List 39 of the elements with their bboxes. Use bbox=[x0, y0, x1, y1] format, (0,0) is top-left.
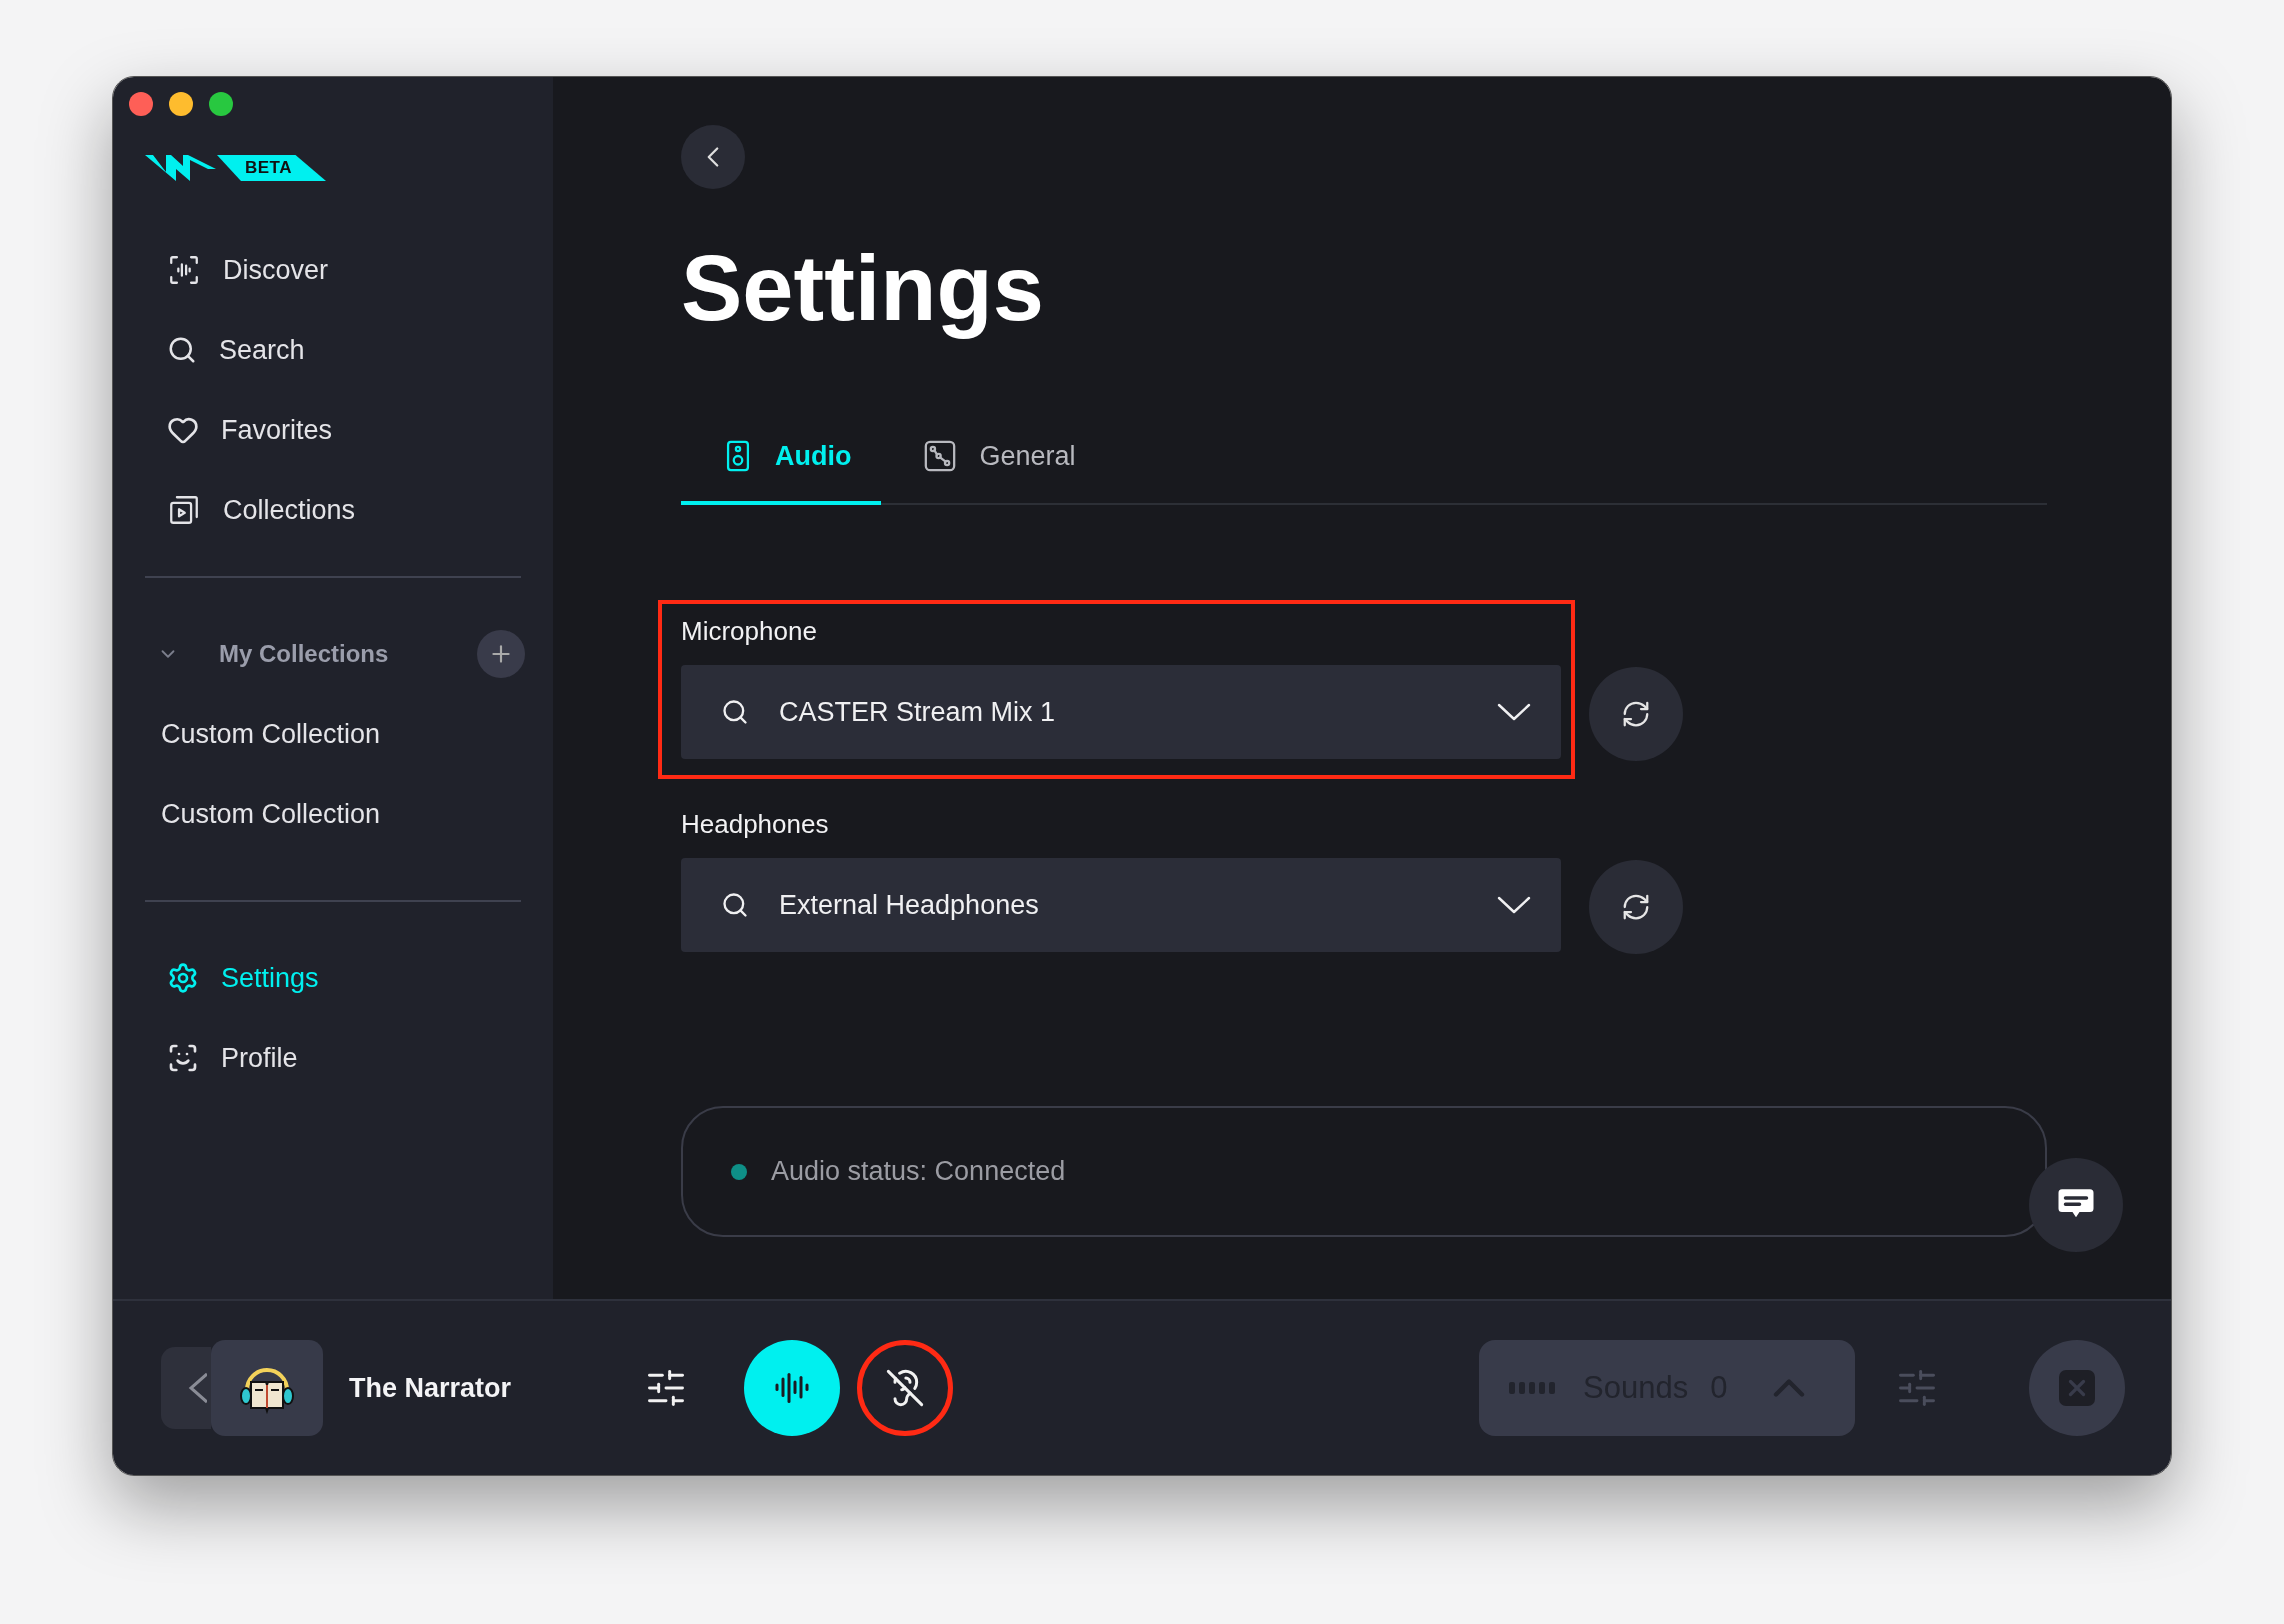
tab[interactable]: General bbox=[881, 413, 1106, 506]
collection-play-icon bbox=[167, 493, 201, 527]
close-window-button[interactable] bbox=[129, 92, 153, 116]
sound-wave-icon bbox=[167, 253, 201, 287]
sidebar-item[interactable]: Favorites bbox=[145, 390, 521, 470]
chevron-down-icon bbox=[1497, 896, 1531, 915]
voice-avatar[interactable] bbox=[211, 1340, 323, 1437]
zoom-window-button[interactable] bbox=[209, 92, 233, 116]
ear-off-icon bbox=[885, 1368, 925, 1409]
section-title: My Collections bbox=[219, 640, 390, 668]
chevron-down-icon bbox=[1497, 703, 1531, 722]
search-icon bbox=[721, 698, 749, 727]
search-icon bbox=[721, 891, 749, 920]
page-title: Settings bbox=[681, 236, 1045, 341]
search-icon bbox=[167, 335, 197, 365]
listen-toggle-button[interactable] bbox=[857, 1340, 953, 1437]
status-text: Audio status: Connected bbox=[771, 1156, 1066, 1188]
previous-voice-card[interactable] bbox=[161, 1347, 211, 1430]
close-icon bbox=[2059, 1370, 2095, 1407]
sidebar-item[interactable]: Profile bbox=[145, 1018, 521, 1098]
dots-icon bbox=[1509, 1381, 1557, 1396]
profile-icon bbox=[167, 1042, 199, 1074]
voice-name: The Narrator bbox=[349, 1372, 513, 1404]
sidebar-item[interactable]: Collections bbox=[145, 470, 521, 550]
sidebar-item[interactable]: Settings bbox=[145, 938, 521, 1018]
field-label: Microphone bbox=[681, 616, 818, 648]
device-dropdown[interactable]: External Headphones bbox=[681, 858, 1561, 953]
sidebar-item[interactable]: Search bbox=[145, 310, 521, 390]
device-dropdown[interactable]: CASTER Stream Mix 1 bbox=[681, 665, 1561, 760]
collection-item[interactable]: Custom Collection bbox=[145, 694, 521, 774]
add-collection-button[interactable] bbox=[477, 630, 525, 678]
minimize-window-button[interactable] bbox=[169, 92, 193, 116]
tab[interactable]: Audio bbox=[681, 413, 882, 506]
nodes-icon bbox=[923, 439, 958, 474]
settings-icon bbox=[167, 962, 199, 994]
collection-item[interactable]: Custom Collection bbox=[145, 774, 521, 854]
sidebar-item[interactable]: Discover bbox=[145, 230, 521, 310]
beta-badge: BETA bbox=[217, 155, 326, 181]
field-label: Headphones bbox=[681, 809, 830, 841]
